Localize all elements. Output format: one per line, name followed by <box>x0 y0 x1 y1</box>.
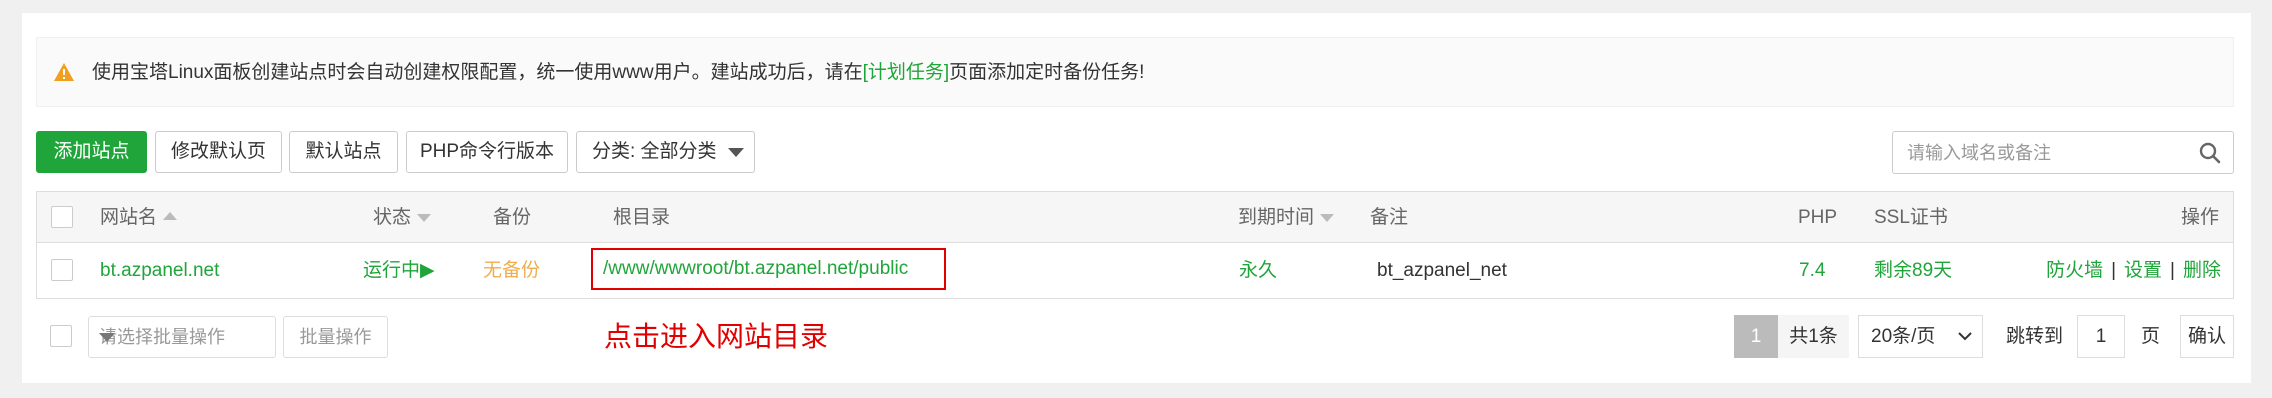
page-total-count: 共1条 <box>1778 315 1849 358</box>
search-icon[interactable] <box>2199 142 2221 164</box>
jump-confirm-button[interactable]: 确认 <box>2180 315 2234 358</box>
header-site-name[interactable]: 网站名 <box>100 192 178 243</box>
header-root-dir: 根目录 <box>613 207 671 228</box>
page-size-label: 20条/页 <box>1871 326 1936 347</box>
search-input[interactable] <box>1905 132 2189 175</box>
notice-text-after: 页面添加定时备份任务! <box>949 62 1145 83</box>
page-unit-label: 页 <box>2141 326 2161 347</box>
header-remark: 备注 <box>1370 207 1409 228</box>
chevron-down-icon <box>99 333 115 342</box>
header-ssl: SSL证书 <box>1874 207 1948 228</box>
chevron-down-icon <box>728 148 744 157</box>
search-box <box>1892 131 2234 175</box>
header-expire[interactable]: 到期时间 <box>1238 192 1335 243</box>
default-site-button[interactable]: 默认站点 <box>289 131 398 173</box>
header-backup: 备份 <box>493 207 532 228</box>
remark-text[interactable]: bt_azpanel_net <box>1377 243 1507 299</box>
row-actions: 防火墙 | 设置 | 删除 <box>2046 243 2221 299</box>
header-status-label: 状态 <box>373 207 412 228</box>
notice-bar: 使用宝塔Linux面板创建站点时会自动创建权限配置，统一使用www用户。建站成功… <box>36 37 2234 107</box>
header-actions: 操作 <box>2180 207 2219 228</box>
delete-link[interactable]: 删除 <box>2183 260 2221 281</box>
header-status[interactable]: 状态 <box>373 192 432 243</box>
category-select[interactable]: 分类: 全部分类 <box>576 131 755 173</box>
header-site-name-label: 网站名 <box>100 207 158 228</box>
firewall-link[interactable]: 防火墙 <box>2046 260 2103 281</box>
action-separator: | <box>2170 260 2175 281</box>
annotation-text: 点击进入网站目录 <box>604 321 829 352</box>
sort-up-icon <box>163 211 178 220</box>
notice-text: 使用宝塔Linux面板创建站点时会自动创建权限配置，统一使用www用户。建站成功… <box>92 38 1144 108</box>
category-select-label: 分类: 全部分类 <box>592 141 717 162</box>
notice-text-before: 使用宝塔Linux面板创建站点时会自动创建权限配置，统一使用www用户。建站成功… <box>92 62 863 83</box>
action-separator: | <box>2111 260 2117 281</box>
add-site-button[interactable]: 添加站点 <box>36 131 147 173</box>
batch-operation-placeholder: 请选择批量操作 <box>99 327 225 347</box>
select-all-checkbox[interactable] <box>51 206 73 228</box>
jump-page-input[interactable]: 1 <box>2077 315 2125 358</box>
php-version-link[interactable]: 7.4 <box>1799 243 1825 299</box>
cron-task-link[interactable]: [计划任务] <box>863 62 950 83</box>
edit-default-page-button[interactable]: 修改默认页 <box>155 131 282 173</box>
php-cli-version-button[interactable]: PHP命令行版本 <box>406 131 568 173</box>
sort-down-icon <box>417 213 432 222</box>
header-php: PHP <box>1798 207 1838 228</box>
chevron-down-icon <box>1958 332 1972 341</box>
batch-operation-button[interactable]: 批量操作 <box>283 316 388 358</box>
status-toggle[interactable]: 运行中▶ <box>363 243 435 299</box>
site-name-link[interactable]: bt.azpanel.net <box>100 243 219 299</box>
settings-link[interactable]: 设置 <box>2124 260 2162 281</box>
footer-select-all-checkbox[interactable] <box>50 325 72 347</box>
backup-link[interactable]: 无备份 <box>483 243 540 299</box>
table-header: 网站名 状态 备份 根目录 到期时间 备注 PHP SSL证书 操作 <box>37 192 2233 243</box>
sort-down-icon <box>1320 213 1335 222</box>
batch-operation-select[interactable]: 请选择批量操作 <box>88 316 276 358</box>
warning-icon <box>54 63 74 81</box>
root-dir-link[interactable]: /www/wwwroot/bt.azpanel.net/public <box>603 250 908 288</box>
page-current[interactable]: 1 <box>1734 315 1778 358</box>
header-expire-label: 到期时间 <box>1238 207 1315 228</box>
row-checkbox[interactable] <box>51 259 73 281</box>
ssl-status-link[interactable]: 剩余89天 <box>1874 243 1952 299</box>
root-dir-highlight: /www/wwwroot/bt.azpanel.net/public <box>591 248 946 290</box>
page-size-select[interactable]: 20条/页 <box>1858 315 1983 358</box>
jump-to-label: 跳转到 <box>2006 326 2064 347</box>
expire-link[interactable]: 永久 <box>1239 243 1277 299</box>
site-table: 网站名 状态 备份 根目录 到期时间 备注 PHP SSL证书 操作 bt.az… <box>36 191 2234 299</box>
